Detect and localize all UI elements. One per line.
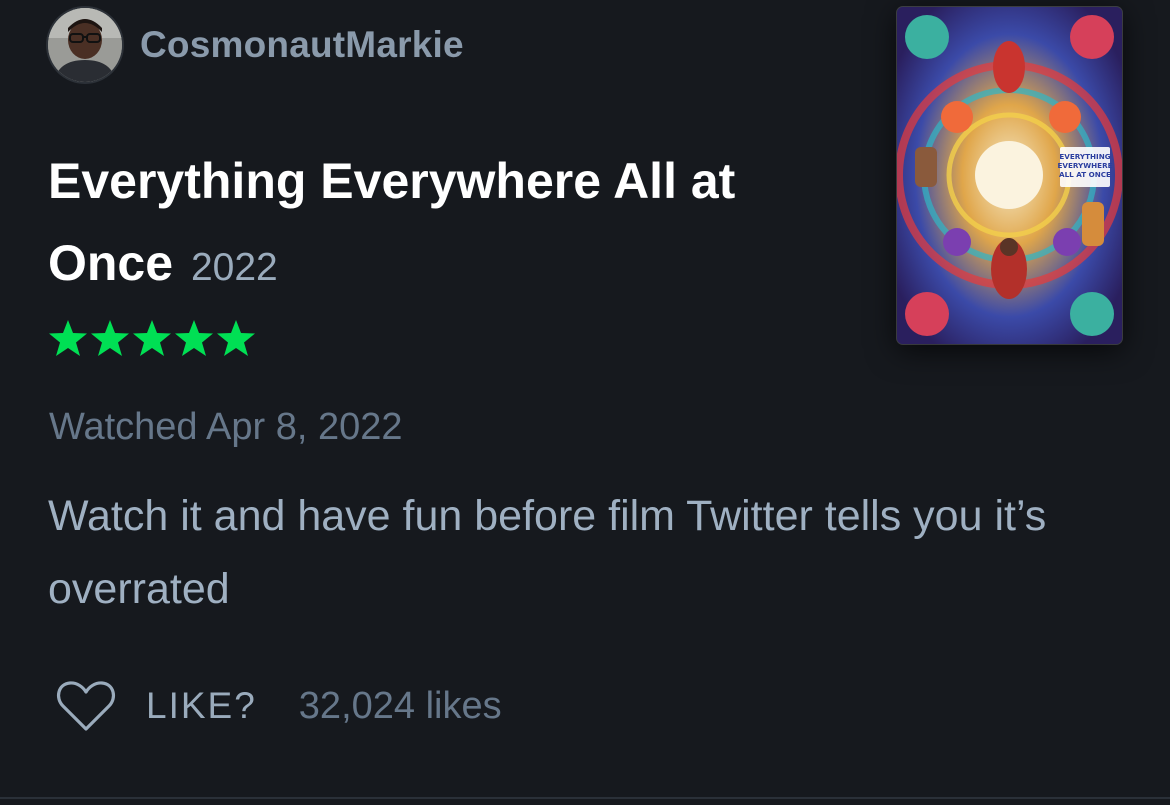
star-rating <box>48 318 256 358</box>
review-author[interactable]: CosmonautMarkie <box>48 8 464 82</box>
review-actions: LIKE? 32,024 likes <box>56 676 502 736</box>
likes-count[interactable]: 32,024 likes <box>299 685 502 728</box>
svg-text:ALL AT ONCE: ALL AT ONCE <box>1059 170 1111 179</box>
svg-text:EVERYTHING: EVERYTHING <box>1059 152 1110 161</box>
review-text: Watch it and have fun before film Twitte… <box>48 492 1047 613</box>
film-title[interactable]: Everything Everywhere All at Once <box>48 153 735 291</box>
star-icon <box>175 320 213 356</box>
like-button[interactable]: LIKE? <box>146 685 257 727</box>
film-title-block: Everything Everywhere All at Once 2022 <box>48 140 868 309</box>
divider <box>0 797 1170 799</box>
star-icon <box>91 320 129 356</box>
star-icon <box>217 320 255 356</box>
svg-text:EVERYWHERE: EVERYWHERE <box>1057 161 1112 170</box>
avatar[interactable] <box>48 8 122 82</box>
review-card: CosmonautMarkie Everything Everywhere Al… <box>0 0 1170 805</box>
poster-title-text: EVERYTHING EVERYWHERE ALL AT ONCE <box>1057 152 1112 179</box>
watched-date: Watched Apr 8, 2022 <box>49 406 403 448</box>
film-year[interactable]: 2022 <box>191 246 278 289</box>
star-icon <box>133 320 171 356</box>
film-poster[interactable]: EVERYTHING EVERYWHERE ALL AT ONCE <box>897 7 1122 344</box>
author-username[interactable]: CosmonautMarkie <box>140 24 464 66</box>
star-icon <box>49 320 87 356</box>
heart-icon[interactable] <box>56 680 116 732</box>
